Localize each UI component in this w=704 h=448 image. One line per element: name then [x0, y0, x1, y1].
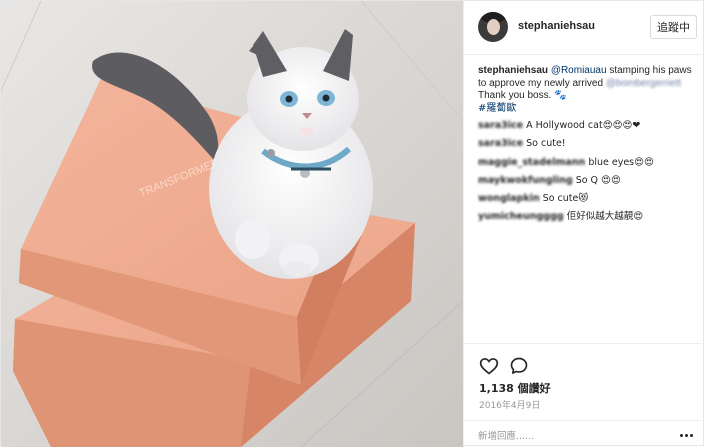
post-header: stephaniehsau 追蹤中	[464, 1, 704, 55]
comment-text: A Hollywood cat😍😍😍❤	[526, 120, 641, 131]
caption: stephaniehsau @Romiauau stamping his paw…	[478, 65, 698, 115]
comment-icon[interactable]	[509, 356, 529, 376]
cat-on-boxes-image: TRANSFORMER	[1, 1, 463, 447]
likes-count[interactable]: 1,138 個讚好	[479, 380, 551, 396]
post-actions: 1,138 個讚好 2016年4月9日	[464, 343, 704, 447]
heart-icon[interactable]	[479, 356, 499, 376]
comment-username[interactable]: sara3ice	[478, 138, 523, 151]
caption-blurred-mention[interactable]: @bombergerriett	[606, 78, 681, 89]
comment-row: sara3ice A Hollywood cat😍😍😍❤	[478, 120, 698, 138]
comment-text: So cute!	[526, 138, 566, 150]
comment-row: yumicheungggg 佢好似越大越靚😍	[478, 211, 698, 229]
comment-row: sara3ice So cute!	[478, 138, 698, 156]
caption-mention[interactable]: @Romiauau	[551, 65, 607, 76]
comment-text: blue eyes😍😍	[588, 156, 654, 168]
comment-row: maykwokfungling So Q 😍😍	[478, 175, 698, 193]
post-sidebar: stephaniehsau 追蹤中 stephaniehsau @Romiaua…	[463, 1, 704, 447]
comment-text: So Q 😍😍	[575, 174, 621, 186]
caption-hashtag[interactable]: #羅蔔歐	[478, 103, 516, 114]
comment-row: maggie_stadelmann blue eyes😍😍	[478, 157, 698, 175]
caption-author[interactable]: stephaniehsau	[478, 65, 548, 76]
avatar[interactable]	[478, 12, 508, 42]
add-comment-bar	[464, 420, 704, 448]
comment-username[interactable]: sara3ice	[478, 120, 523, 133]
comment-username[interactable]: maykwokfungling	[478, 175, 573, 188]
comment-text: So cute😻	[542, 193, 589, 205]
post-photo[interactable]: TRANSFORMER	[1, 1, 463, 447]
post-card: TRANSFORMER stephaniehsau 追蹤中 stephanieh…	[0, 0, 704, 447]
add-comment-input[interactable]	[478, 428, 668, 444]
comment-username[interactable]: yumicheungggg	[478, 211, 564, 224]
comment-username[interactable]: maggie_stadelmann	[478, 157, 585, 170]
comment-username[interactable]: wonglapkin	[478, 193, 540, 206]
following-button[interactable]: 追蹤中	[650, 15, 697, 39]
comment-list: stephaniehsau @Romiauau stamping his paw…	[478, 65, 698, 230]
comment-text: 佢好似越大越靚😍	[566, 211, 644, 223]
comment-row: wonglapkin So cute😻	[478, 193, 698, 211]
more-options-icon[interactable]	[674, 427, 698, 443]
username-link[interactable]: stephaniehsau	[518, 20, 595, 32]
post-date: 2016年4月9日	[479, 401, 541, 411]
caption-text-2: Thank you boss. 🐾	[478, 90, 567, 101]
